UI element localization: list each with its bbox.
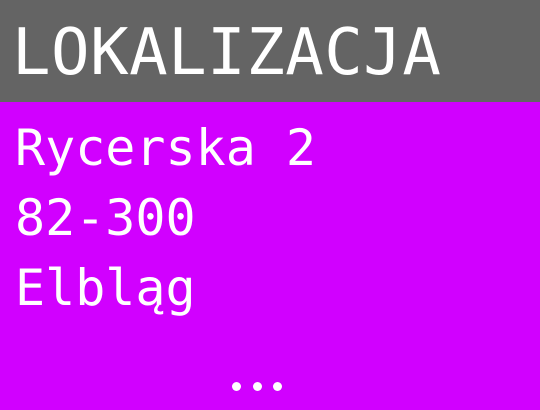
- ellipsis-dot: [232, 381, 241, 391]
- ellipsis-icon[interactable]: [232, 380, 282, 392]
- header-bar: LOKALIZACJA: [0, 0, 540, 102]
- address-block: Rycerska 2 82-300 Elbląg: [15, 113, 316, 323]
- address-street: Rycerska 2: [15, 119, 317, 177]
- location-screen: LOKALIZACJA Rycerska 2 82-300 Elbląg: [0, 0, 540, 410]
- page-title: LOKALIZACJA: [12, 16, 442, 90]
- ellipsis-dot: [273, 381, 282, 391]
- ellipsis-dot: [252, 381, 262, 391]
- address-postal-code: 82-300: [15, 189, 196, 247]
- address-city: Elbląg: [15, 259, 196, 317]
